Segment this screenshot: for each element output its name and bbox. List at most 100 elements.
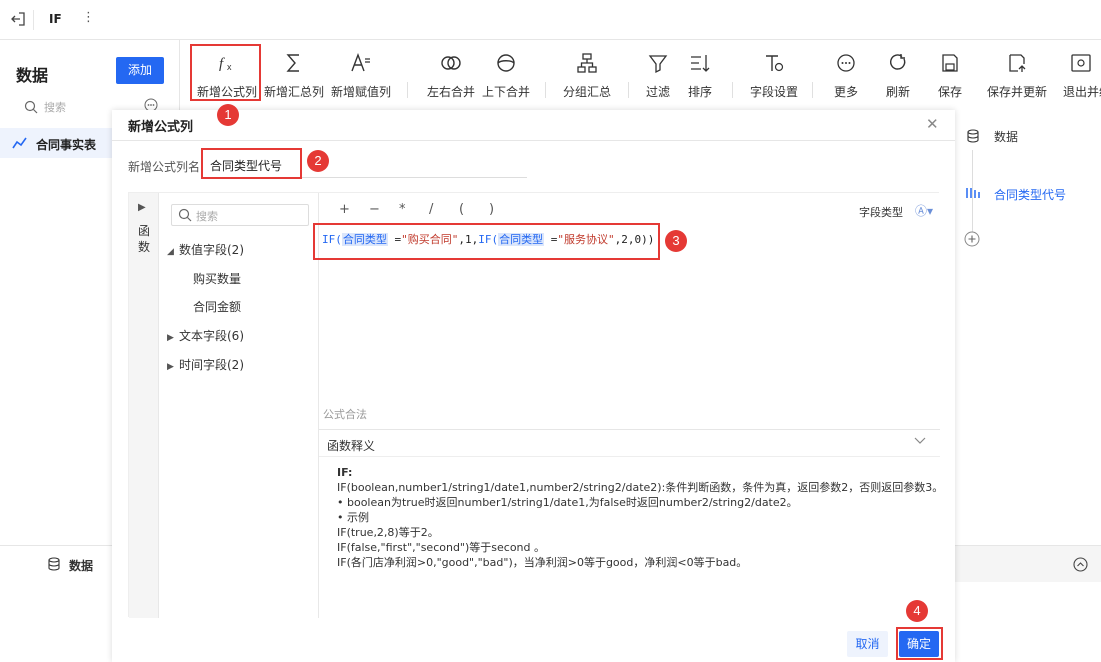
add-assign-column-button[interactable]: 新增赋值列 xyxy=(328,40,394,102)
side-tab-label: 函数 xyxy=(138,224,151,254)
field-type-icon[interactable]: Ⓐ▾ xyxy=(915,202,933,219)
tree-group-time[interactable]: ▶︎ 时间字段(2) xyxy=(167,356,244,373)
multiply-operator[interactable]: * xyxy=(399,202,429,217)
explain-title: 函数释义 xyxy=(327,439,376,453)
text-assign-icon xyxy=(350,52,372,74)
field-tree: 搜索 ◢ 数值字段(2) 购买数量 合同金额 ▶︎ 文本字段(6) ▶︎ 时间字段(2… xyxy=(159,193,319,618)
toolbar-label: 保存 xyxy=(937,85,962,99)
toolbar-label: 更多 xyxy=(833,85,858,99)
formula-node-label[interactable]: 合同类型代号 xyxy=(994,186,1066,203)
bottom-bar xyxy=(945,545,1101,582)
syntax-status: 公式合法 xyxy=(323,408,367,421)
step-badge: 1 xyxy=(217,104,239,126)
sort-icon xyxy=(689,52,711,74)
function-explain-header[interactable]: 函数释义 xyxy=(319,429,940,457)
toolbar-label: 字段设置 xyxy=(749,85,798,99)
sort-button[interactable]: 排序 xyxy=(682,40,718,102)
caret-right-icon: ▶︎ xyxy=(167,362,174,372)
function-explanation: IF: IF(boolean,number1/string1/date1,num… xyxy=(337,466,944,569)
toolbar-label: 刷新 xyxy=(885,85,910,99)
right-paren-operator[interactable]: ) xyxy=(489,202,519,217)
annotation-box xyxy=(190,44,261,101)
sigma-icon xyxy=(283,52,305,74)
toolbar-label: 上下合并 xyxy=(481,85,530,99)
column-name-label: 新增公式列名 xyxy=(128,160,201,174)
annotation-box xyxy=(313,223,660,260)
annotation-box xyxy=(896,627,943,660)
back-icon[interactable] xyxy=(10,11,26,27)
save-button[interactable]: 保存 xyxy=(930,40,970,102)
top-bar: IF ⋮ xyxy=(0,0,1101,40)
more-vertical-icon[interactable]: ⋮ xyxy=(82,10,95,25)
save-and-update-button[interactable]: 保存并更新 xyxy=(982,40,1052,102)
add-button[interactable]: 添加 xyxy=(116,57,164,84)
app-root: IF ⋮ 数据 添加 搜索 合同事实表 数据 f x 新增公式列 新增汇总列 新… xyxy=(0,0,1101,662)
chevron-down-icon[interactable] xyxy=(913,433,927,447)
divider xyxy=(628,82,629,98)
page-title: IF xyxy=(49,12,62,26)
close-icon[interactable]: ✕ xyxy=(926,115,939,133)
left-paren-operator[interactable]: ( xyxy=(459,202,489,217)
divider xyxy=(33,10,34,30)
search-icon xyxy=(178,208,192,222)
database-icon xyxy=(967,129,979,143)
field-settings-icon xyxy=(763,52,785,74)
divide-operator[interactable]: / xyxy=(429,202,459,217)
refresh-icon xyxy=(887,52,909,74)
toolbar-label: 新增赋值列 xyxy=(330,85,391,99)
add-node-icon[interactable] xyxy=(964,231,980,247)
up-down-merge-button[interactable]: 上下合并 xyxy=(478,40,534,102)
field-type-label: 字段类型 xyxy=(859,206,903,219)
field-settings-button[interactable]: 字段设置 xyxy=(744,40,804,102)
toolbar-label: 退出并编 xyxy=(1063,85,1101,99)
divider xyxy=(812,82,813,98)
right-panel: 数据 合同类型代号 xyxy=(945,110,1101,582)
database-icon xyxy=(48,557,60,571)
data-tab-label: 数据 xyxy=(69,559,94,573)
group-summary-button[interactable]: 分组汇总 xyxy=(558,40,616,102)
filter-button[interactable]: 过滤 xyxy=(640,40,676,102)
panel-title: 数据 xyxy=(16,66,49,85)
toolbar-label: 保存并更新 xyxy=(986,85,1047,99)
tree-group-numeric[interactable]: ◢ 数值字段(2) xyxy=(167,241,244,258)
add-formula-dialog: 新增公式列 ✕ 新增公式列名 合同类型代号 ▶︎ 函数 搜索 ◢ 数值字段(2) … xyxy=(112,110,955,662)
collapse-up-icon[interactable] xyxy=(1073,557,1088,572)
column-node-icon xyxy=(965,186,981,200)
divider xyxy=(407,82,408,98)
save-icon xyxy=(939,52,961,74)
add-summary-column-button[interactable]: 新增汇总列 xyxy=(262,40,326,102)
plus-operator[interactable]: + xyxy=(339,202,369,217)
more-circle-icon xyxy=(835,52,857,74)
step-badge: 3 xyxy=(665,230,687,252)
expand-arrow-icon[interactable]: ▶︎ xyxy=(138,202,146,213)
data-node-label[interactable]: 数据 xyxy=(994,128,1018,145)
divider xyxy=(732,82,733,98)
refresh-button[interactable]: 刷新 xyxy=(878,40,918,102)
left-right-merge-button[interactable]: 左右合并 xyxy=(420,40,482,102)
toolbar-label: 新增汇总列 xyxy=(263,85,324,99)
tree-field[interactable]: 合同金额 xyxy=(193,298,241,315)
exit-and-edit-button[interactable]: 退出并编 xyxy=(1060,40,1101,102)
line-chart-icon xyxy=(12,136,28,150)
hierarchy-icon xyxy=(576,52,598,74)
caret-right-icon: ▶︎ xyxy=(167,333,174,343)
divider xyxy=(545,82,546,98)
exit-preview-icon xyxy=(1070,52,1092,74)
search-placeholder: 搜索 xyxy=(196,210,218,223)
toolbar-label: 分组汇总 xyxy=(562,85,611,99)
toolbar-label: 排序 xyxy=(687,85,712,99)
field-search-input[interactable]: 搜索 xyxy=(171,204,309,226)
toolbar: fx 新增公式列 新增汇总列 新增赋值列 左右合并 上下合并 分组汇总 过滤 排… xyxy=(180,40,1101,110)
minus-operator[interactable]: − xyxy=(369,202,399,217)
function-side-tab[interactable]: ▶︎ 函数 xyxy=(129,193,159,618)
dataset-item-label: 合同事实表 xyxy=(36,138,97,152)
cancel-button[interactable]: 取消 xyxy=(847,631,888,657)
more-button[interactable]: 更多 xyxy=(826,40,866,102)
toolbar-label: 左右合并 xyxy=(426,85,475,99)
caret-down-icon: ◢ xyxy=(167,247,174,257)
dataset-item[interactable]: 合同事实表 xyxy=(0,128,114,158)
filter-icon xyxy=(647,52,669,74)
tree-field[interactable]: 购买数量 xyxy=(193,270,241,287)
search-input[interactable]: 搜索 xyxy=(16,96,110,118)
tree-group-text[interactable]: ▶︎ 文本字段(6) xyxy=(167,327,244,344)
